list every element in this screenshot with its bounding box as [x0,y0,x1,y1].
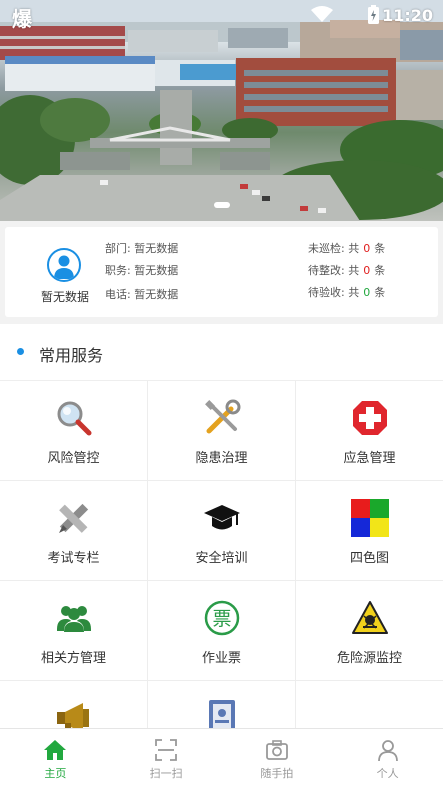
pencil-ruler-icon [58,503,88,533]
stat-prefix: 共 [348,242,360,255]
hazard-icon [351,601,388,634]
camera-icon [265,740,288,760]
section-header: 常用服务 [0,324,443,381]
tab-home[interactable]: 主页 [0,729,111,787]
service-item-11[interactable] [148,681,296,728]
stat-prefix: 共 [348,264,360,277]
stat-count: 0 [363,264,371,277]
position-label: 职务: [105,264,131,277]
avatar[interactable] [47,248,81,282]
bottom-tab-bar: 主页 扫一扫 随手拍 个人 [0,728,443,787]
tab-label: 扫一扫 [149,767,183,780]
position-row: 职务: 暂无数据 [105,262,178,278]
user-avatar-icon [54,255,74,279]
stat-suffix: 条 [374,264,386,277]
services-grid: 风险管控 隐患治理 应急管理 考试专栏 安全培训 四色图 相关方管理 票 作业票… [0,381,443,728]
service-exam-column[interactable]: 考试专栏 [0,481,148,581]
service-safety-training[interactable]: 安全培训 [148,481,296,581]
service-item-10[interactable] [0,681,148,728]
department-label: 部门: [105,242,131,255]
service-label: 相关方管理 [40,651,106,666]
stat-count: 0 [363,286,371,299]
stat-label: 待整改: [308,264,345,277]
graduation-cap-icon [203,505,240,530]
service-label: 作业票 [201,651,241,666]
stat-pending-acceptance[interactable]: 待验收: 共0条 [308,284,385,300]
user-info-card: 暂无数据 部门: 暂无数据 职务: 暂无数据 电话: 暂无数据 未巡检: 共0条… [5,227,438,317]
stat-pending-rectification[interactable]: 待整改: 共0条 [308,262,385,278]
service-label: 隐患治理 [195,451,248,466]
tab-snapshot[interactable]: 随手拍 [222,729,333,787]
svg-text:票: 票 [212,608,231,630]
service-item-empty [296,681,443,728]
service-four-color-map[interactable]: 四色图 [296,481,443,581]
service-hazard-treatment[interactable]: 隐患治理 [148,381,296,481]
magnifier-icon [57,401,91,436]
tab-profile[interactable]: 个人 [332,729,443,787]
wifi-icon [311,6,333,22]
id-card-icon [208,700,235,728]
stat-prefix: 共 [348,286,360,299]
home-icon [44,740,67,760]
common-services-panel: 常用服务 风险管控 隐患治理 应急管理 考试专栏 安全培训 四色图 相关方管理 … [0,324,443,728]
service-related-party-management[interactable]: 相关方管理 [0,581,148,681]
status-bar-time: 11:20 [382,6,433,25]
status-bar: 爆 11:20 [0,0,443,31]
stat-label: 未巡检: [308,242,345,255]
service-label: 应急管理 [343,451,396,466]
status-bar-app-glyph: 爆 [12,7,32,31]
user-name: 暂无数据 [41,290,90,304]
stat-label: 待验收: [308,286,345,299]
person-icon [377,740,398,762]
factory-aerial-image [0,0,443,221]
department-row: 部门: 暂无数据 [105,240,178,256]
battery-icon [368,5,379,24]
stat-uninspected[interactable]: 未巡检: 共0条 [308,240,385,256]
service-label: 安全培训 [195,551,248,566]
people-icon [56,606,91,632]
phone-label: 电话: [105,288,131,301]
app-screen: 爆 11:20 暂无数据 部门: 暂无数据 职务: 暂无数据 电话: 暂无数据 … [0,0,443,787]
position-value: 暂无数据 [134,264,179,277]
service-risk-control[interactable]: 风险管控 [0,381,148,481]
scan-icon [155,739,178,761]
carousel-dot[interactable] [213,202,230,208]
service-emergency-management[interactable]: 应急管理 [296,381,443,481]
department-value: 暂无数据 [134,242,179,255]
section-bullet [17,348,24,355]
phone-value: 暂无数据 [134,288,179,301]
stat-count: 0 [363,242,371,255]
megaphone-icon [56,703,89,728]
tab-label: 个人 [376,767,399,780]
service-label: 危险源监控 [336,651,402,666]
section-title: 常用服务 [39,346,104,365]
ticket-icon: 票 [204,600,239,636]
service-label: 考试专栏 [47,551,100,566]
stat-suffix: 条 [374,242,386,255]
phone-row: 电话: 暂无数据 [105,286,178,302]
tools-icon [204,399,240,434]
stat-suffix: 条 [374,286,386,299]
service-label: 风险管控 [47,451,100,466]
tab-scan[interactable]: 扫一扫 [111,729,222,787]
banner-carousel[interactable]: 爆 11:20 [0,0,443,221]
tab-label: 主页 [44,767,67,780]
tab-label: 随手拍 [260,767,294,780]
four-color-icon [350,499,389,537]
service-work-ticket[interactable]: 票 作业票 [148,581,296,681]
carousel-indicator [0,202,443,208]
service-label: 四色图 [349,551,389,566]
red-cross-icon [352,401,387,435]
service-hazard-source-monitoring[interactable]: 危险源监控 [296,581,443,681]
